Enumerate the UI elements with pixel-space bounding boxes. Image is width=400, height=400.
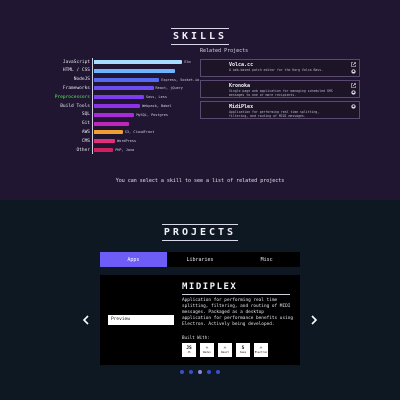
skill-row[interactable]: Frameworks React, jQuery xyxy=(52,85,192,91)
tab-misc[interactable]: Misc xyxy=(233,252,300,267)
tech-label: Electron xyxy=(254,351,268,354)
skill-bar[interactable] xyxy=(94,60,183,64)
skills-hint: You can select a skill to see a list of … xyxy=(115,178,285,184)
skill-note: Sass, Less xyxy=(145,95,167,100)
carousel-next-button[interactable] xyxy=(308,313,320,327)
tech-list: JS JS ⚛ Redux ⚛ React S Sass ⚛ Electron xyxy=(182,343,268,357)
tech-label: JS xyxy=(187,351,191,354)
tech-label: Redux xyxy=(203,351,211,354)
tech-badge-react: ⚛ React xyxy=(218,343,232,357)
project-name: MIDIPLEX xyxy=(182,282,238,292)
skill-note: MySQL, Postgres xyxy=(136,112,168,117)
skill-bar[interactable] xyxy=(94,95,144,100)
chevron-right-icon xyxy=(311,315,318,325)
skill-note: React, jQuery xyxy=(155,86,183,91)
skills-heading: SKILLS xyxy=(0,24,400,45)
skill-label[interactable]: HTML / CSS xyxy=(30,68,90,73)
skill-note: S3, CloudFront xyxy=(124,130,155,135)
skill-label[interactable]: NodeJS xyxy=(30,77,90,82)
carousel-dot[interactable] xyxy=(180,370,184,374)
related-heading: Related Projects xyxy=(200,48,249,54)
skill-row[interactable]: JavaScript Elm xyxy=(52,59,192,65)
tech-badge-sass: S Sass xyxy=(236,343,250,357)
tech-label: Sass xyxy=(239,351,247,354)
tech-label: React xyxy=(221,351,229,354)
skill-bar[interactable] xyxy=(94,121,129,126)
carousel-dot[interactable] xyxy=(198,370,202,374)
chevron-left-icon xyxy=(82,315,89,325)
preview-button[interactable]: Preview xyxy=(108,315,174,325)
projects-title: PROJECTS xyxy=(161,224,239,241)
related-project-desc: Single page web application for managing… xyxy=(229,89,333,97)
tech-badge-electron: ⚛ Electron xyxy=(254,343,268,357)
skill-note: Webpack, Babel xyxy=(142,104,172,108)
projects-heading: PROJECTS xyxy=(0,220,400,241)
carousel-dots xyxy=(0,370,400,374)
skill-bar[interactable] xyxy=(94,148,114,152)
related-project-card[interactable]: Volca.cc A web-based patch editor for th… xyxy=(200,59,360,77)
carousel-dot[interactable] xyxy=(207,370,211,374)
skill-row[interactable]: NodeJS Express, Socket.io xyxy=(52,77,199,83)
tech-badge-redux: ⚛ Redux xyxy=(200,343,214,357)
skill-note: WordPress xyxy=(117,139,137,144)
skill-row[interactable]: SQL MySQL, Postgres xyxy=(52,112,192,118)
skill-row[interactable]: AWS S3, CloudFront xyxy=(52,129,192,135)
carousel-dot[interactable] xyxy=(216,370,220,374)
skill-label[interactable]: Other xyxy=(30,148,90,153)
skill-bar[interactable] xyxy=(94,112,135,117)
skill-row[interactable]: Other PHP, Java xyxy=(52,147,192,153)
related-projects: Related Projects Volca.cc A web-based pa… xyxy=(200,48,360,122)
skill-bar[interactable] xyxy=(94,86,154,91)
skill-bar[interactable] xyxy=(94,104,141,108)
tab-apps[interactable]: Apps xyxy=(100,252,167,267)
skill-label[interactable]: Git xyxy=(30,121,90,126)
skill-row[interactable]: CMS WordPress xyxy=(52,138,192,144)
skill-label[interactable]: Preprocessors xyxy=(30,95,90,100)
related-project-desc: Application for performing real time spl… xyxy=(229,110,320,118)
tech-badge-js: JS JS xyxy=(182,343,196,357)
related-project-card[interactable]: MidiPlex Application for performing real… xyxy=(200,101,360,119)
skill-label[interactable]: Frameworks xyxy=(30,86,90,91)
skill-row[interactable]: Preprocessors Sass, Less xyxy=(52,94,192,100)
skill-row[interactable]: Build Tools Webpack, Babel xyxy=(52,103,192,109)
project-tabs: Apps Libraries Misc xyxy=(100,252,300,267)
skill-bar[interactable] xyxy=(94,139,116,144)
skill-label[interactable]: Build Tools xyxy=(30,104,90,109)
external-link-icon[interactable] xyxy=(350,62,356,67)
skill-bar[interactable] xyxy=(94,130,123,135)
skills-title: SKILLS xyxy=(170,28,230,45)
skill-label[interactable]: AWS xyxy=(30,130,90,135)
skill-note: Elm xyxy=(184,60,191,64)
github-icon[interactable] xyxy=(350,90,356,95)
related-project-desc: A web-based patch editor for the Korg Vo… xyxy=(229,68,324,72)
project-description: Application for performing real time spl… xyxy=(182,298,294,327)
carousel-dot[interactable] xyxy=(189,370,193,374)
skill-label[interactable]: SQL xyxy=(30,112,90,117)
section-divider xyxy=(0,199,400,200)
skill-note: PHP, Java xyxy=(115,148,135,152)
external-link-icon[interactable] xyxy=(350,83,356,88)
related-project-card[interactable]: Kronoka Single page web application for … xyxy=(200,80,360,98)
skill-label[interactable]: CMS xyxy=(30,139,90,144)
github-icon[interactable] xyxy=(350,69,356,74)
built-with-label: Built With: xyxy=(182,335,210,340)
skills-chart: JavaScript Elm HTML / CSS NodeJS Express, So… xyxy=(52,56,199,156)
tab-libraries[interactable]: Libraries xyxy=(167,252,234,267)
github-icon[interactable] xyxy=(350,104,356,109)
skill-row[interactable]: Git xyxy=(52,121,192,127)
skill-note: Express, Socket.io xyxy=(161,77,200,82)
carousel-prev-button[interactable] xyxy=(80,313,92,327)
skill-row[interactable]: HTML / CSS xyxy=(52,68,192,74)
skill-bar[interactable] xyxy=(94,68,175,73)
skill-label[interactable]: JavaScript xyxy=(30,60,90,65)
project-card: Preview MIDIPLEX Application for perform… xyxy=(100,275,300,365)
skill-bar[interactable] xyxy=(94,77,160,82)
project-name-underline xyxy=(182,294,290,295)
